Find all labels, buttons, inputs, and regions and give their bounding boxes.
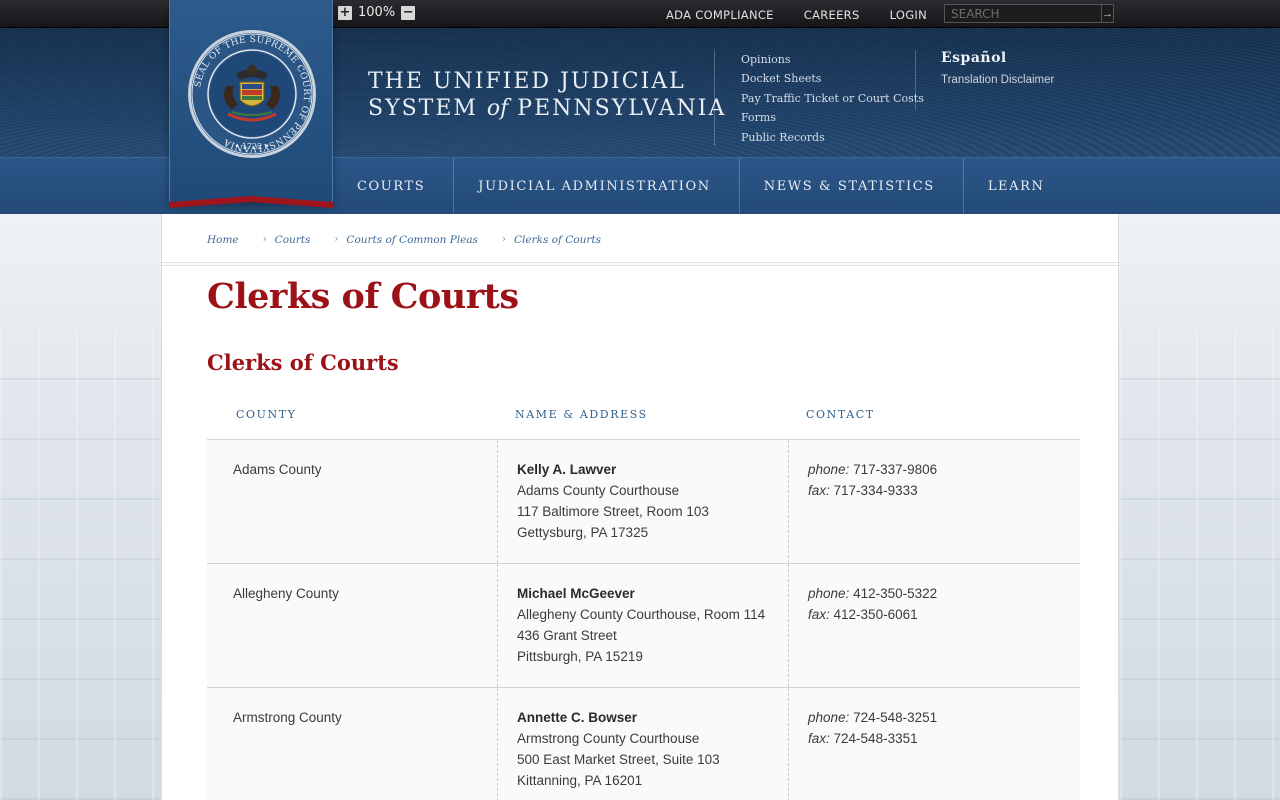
login-link[interactable]: LOGIN: [890, 8, 927, 22]
quick-link-opinions[interactable]: Opinions: [741, 50, 924, 69]
nav-news-statistics[interactable]: NEWS & STATISTICS: [740, 158, 964, 215]
svg-text:• 1722 •: • 1722 •: [235, 142, 270, 151]
fax-line: fax: 412-350-6061: [808, 607, 918, 622]
chevron-right-icon: ›: [334, 234, 339, 245]
header-divider: [915, 50, 916, 110]
phone-number[interactable]: 412-350-5322: [853, 586, 937, 601]
address-line: Pittsburgh, PA 15219: [517, 649, 643, 664]
column-header-contact: CONTACT: [806, 408, 875, 421]
language-links: Español Translation Disclaimer: [941, 50, 1054, 86]
table-row: Adams County Kelly A. Lawver Adams Count…: [207, 440, 1080, 564]
phone-line: phone: 412-350-5322: [808, 586, 938, 601]
chevron-right-icon: ›: [262, 234, 267, 245]
clerk-name: Kelly A. Lawver: [517, 462, 617, 477]
supreme-court-seal-icon: SEAL OF THE SUPREME COURT OF PENNSYLVANI…: [188, 30, 316, 158]
address-line: 436 Grant Street: [517, 628, 617, 643]
search-box: →: [944, 4, 1114, 23]
column-header-county: COUNTY: [236, 408, 297, 421]
espanol-link[interactable]: Español: [941, 50, 1054, 66]
divider: [162, 265, 1118, 266]
county-cell: Armstrong County: [207, 688, 498, 800]
quick-link-public-records[interactable]: Public Records: [741, 128, 924, 147]
address-line: Armstrong County Courthouse: [517, 731, 700, 746]
fax-line: fax: 717-334-9333: [808, 483, 918, 498]
contact-cell: phone: 717-337-9806 fax: 717-334-9333: [789, 440, 1080, 563]
breadcrumb-clerks-of-courts[interactable]: Clerks of Courts: [514, 234, 601, 246]
phone-line: phone: 717-337-9806: [808, 462, 938, 477]
nav-judicial-administration[interactable]: JUDICIAL ADMINISTRATION: [454, 158, 740, 215]
address-line: Kittanning, PA 16201: [517, 773, 643, 788]
fax-number: 717-334-9333: [833, 483, 918, 498]
address-line: Adams County Courthouse: [517, 483, 680, 498]
contact-cell: phone: 724-548-3251 fax: 724-548-3351: [789, 688, 1080, 800]
county-cell: Allegheny County: [207, 564, 498, 687]
background-building-right: [1120, 330, 1280, 800]
banner-ribbon: [169, 196, 333, 208]
clerks-table: COUNTY NAME & ADDRESS CONTACT Adams Coun…: [207, 402, 1080, 800]
divider: [162, 262, 1118, 263]
table-row: Allegheny County Michael McGeever Allegh…: [207, 564, 1080, 688]
translation-disclaimer-link[interactable]: Translation Disclaimer: [941, 74, 1054, 86]
section-title: Clerks of Courts: [207, 350, 399, 375]
address-line: 117 Baltimore Street, Room 103: [517, 504, 709, 519]
county-cell: Adams County: [207, 440, 498, 563]
address-line: Gettysburg, PA 17325: [517, 525, 649, 540]
careers-link[interactable]: CAREERS: [804, 8, 860, 22]
contact-cell: phone: 412-350-5322 fax: 412-350-6061: [789, 564, 1080, 687]
utility-links: ADA COMPLIANCE CAREERS LOGIN: [666, 8, 927, 22]
zoom-in-icon[interactable]: +: [338, 5, 352, 20]
zoom-out-icon[interactable]: −: [401, 5, 416, 20]
ada-compliance-link[interactable]: ADA COMPLIANCE: [666, 8, 774, 22]
column-header-name-address: NAME & ADDRESS: [515, 408, 648, 421]
name-address-cell: Annette C. Bowser Armstrong County Court…: [498, 688, 789, 800]
quick-link-forms[interactable]: Forms: [741, 108, 924, 127]
clerk-name: Michael McGeever: [517, 586, 635, 601]
address-line: Allegheny County Courthouse, Room 114: [517, 607, 766, 622]
breadcrumb: Home › Courts › Courts of Common Pleas ›…: [207, 234, 601, 246]
zoom-controls: + 100% −: [338, 5, 416, 20]
name-address-cell: Kelly A. Lawver Adams County Courthouse …: [498, 440, 789, 563]
phone-number[interactable]: 724-548-3251: [853, 710, 937, 725]
quick-link-pay-traffic-ticket[interactable]: Pay Traffic Ticket or Court Costs: [741, 89, 924, 108]
fax-line: fax: 724-548-3351: [808, 731, 918, 746]
fax-number: 724-548-3351: [833, 731, 918, 746]
table-header: COUNTY NAME & ADDRESS CONTACT: [207, 402, 1080, 440]
site-title-line2: SYSTEM of PENNSYLVANIA: [368, 96, 727, 121]
fax-number: 412-350-6061: [833, 607, 918, 622]
site-title-line1: THE UNIFIED JUDICIAL: [368, 69, 686, 94]
site-title[interactable]: THE UNIFIED JUDICIAL SYSTEM of PENNSYLVA…: [368, 68, 726, 122]
phone-number[interactable]: 717-337-9806: [853, 462, 937, 477]
nav-courts[interactable]: COURTS: [333, 158, 455, 215]
breadcrumb-courts-of-common-pleas[interactable]: Courts of Common Pleas: [346, 234, 478, 246]
table-row: Armstrong County Annette C. Bowser Armst…: [207, 688, 1080, 800]
breadcrumb-courts[interactable]: Courts: [275, 234, 311, 246]
name-address-cell: Michael McGeever Allegheny County Courth…: [498, 564, 789, 687]
address-line: 500 East Market Street, Suite 103: [517, 752, 720, 767]
quick-link-docket-sheets[interactable]: Docket Sheets: [741, 69, 924, 88]
quick-links: Opinions Docket Sheets Pay Traffic Ticke…: [741, 50, 924, 147]
background-building-left: [0, 330, 160, 800]
breadcrumb-home[interactable]: Home: [207, 234, 239, 246]
header-divider: [714, 50, 715, 146]
phone-line: phone: 724-548-3251: [808, 710, 938, 725]
search-submit-icon[interactable]: →: [1101, 5, 1113, 22]
seal-banner[interactable]: SEAL OF THE SUPREME COURT OF PENNSYLVANI…: [169, 0, 333, 208]
search-input[interactable]: [945, 5, 1101, 22]
clerk-name: Annette C. Bowser: [517, 710, 638, 725]
page-title: Clerks of Courts: [207, 276, 519, 317]
nav-learn[interactable]: LEARN: [964, 158, 1073, 215]
chevron-right-icon: ›: [502, 234, 507, 245]
zoom-level: 100%: [358, 5, 396, 20]
content-card: Home › Courts › Courts of Common Pleas ›…: [161, 214, 1119, 800]
